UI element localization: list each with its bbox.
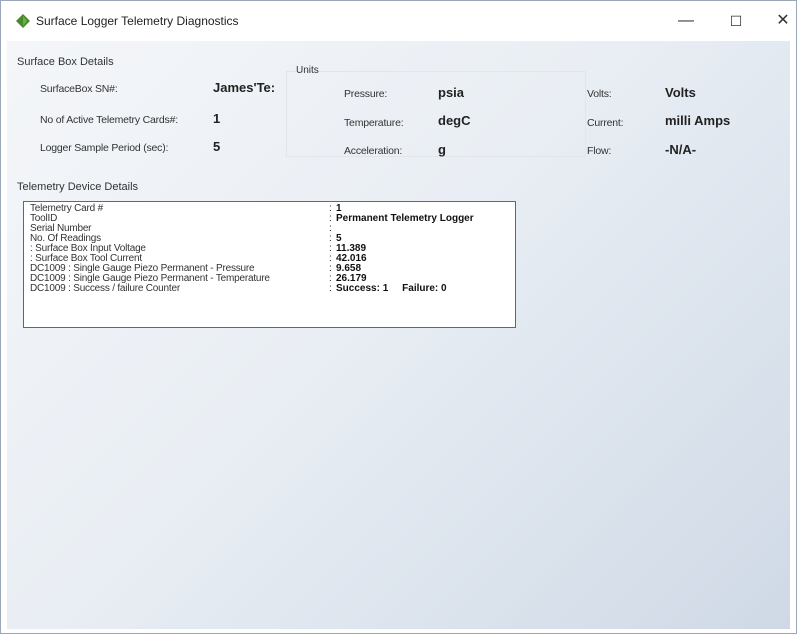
telemetry-details-list[interactable]: Telemetry Card # : 1 ToolID : Permanent … <box>23 201 516 328</box>
close-button[interactable]: ✕ <box>763 9 797 33</box>
window-title: Surface Logger Telemetry Diagnostics <box>36 14 239 28</box>
surface-box-group-label: Surface Box Details <box>17 56 114 68</box>
acceleration-unit: g <box>438 142 446 157</box>
temperature-unit: degC <box>438 113 471 128</box>
row-value: Permanent Telemetry Logger <box>336 213 474 224</box>
units-group <box>286 71 586 157</box>
period-label: Logger Sample Period (sec): <box>40 142 169 154</box>
flow-unit: -N/A- <box>665 142 697 157</box>
pressure-unit: psia <box>438 85 465 100</box>
period-value: 5 <box>213 139 221 154</box>
minimize-button[interactable]: — <box>666 9 706 33</box>
row-value: Success: 1 Failure: 0 <box>336 283 447 294</box>
app-leaf-icon <box>16 14 30 28</box>
row-key: DC1009 : Success / failure Counter <box>30 283 180 294</box>
cards-value: 1 <box>213 111 221 126</box>
telemetry-group-label: Telemetry Device Details <box>17 181 139 193</box>
serial-value: James'Te: <box>213 80 276 95</box>
list-item: DC1009 : Success / failure Counter : Suc… <box>30 283 447 294</box>
client-area: Surface Box Details SurfaceBox SN#: Jame… <box>7 41 790 629</box>
flow-label: Flow: <box>587 145 612 157</box>
temperature-label: Temperature: <box>344 117 404 129</box>
volts-label: Volts: <box>587 88 612 100</box>
pressure-label: Pressure: <box>344 88 388 100</box>
current-unit: milli Amps <box>665 113 731 128</box>
title-bar[interactable]: Surface Logger Telemetry Diagnostics — ☐… <box>1 1 796 41</box>
units-group-label: Units <box>296 65 319 76</box>
serial-label: SurfaceBox SN#: <box>40 83 118 95</box>
volts-unit: Volts <box>665 85 696 100</box>
diagnostics-window: Surface Logger Telemetry Diagnostics — ☐… <box>0 0 797 634</box>
maximize-button[interactable]: ☐ <box>716 9 756 33</box>
list-item: ToolID : Permanent Telemetry Logger <box>30 213 474 224</box>
current-label: Current: <box>587 117 624 129</box>
acceleration-label: Acceleration: <box>344 145 403 157</box>
cards-label: No of Active Telemetry Cards#: <box>40 114 178 126</box>
